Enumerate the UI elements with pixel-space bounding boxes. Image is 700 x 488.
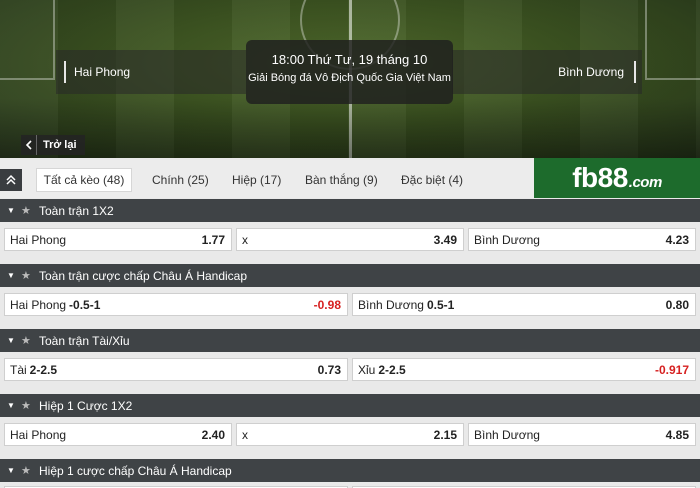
tab-half[interactable]: Hiệp (17) xyxy=(232,168,281,192)
odd-handicap: 0.5-1 xyxy=(426,297,455,312)
market-title: Toàn trận 1X2 xyxy=(39,203,114,218)
match-header: Hai Phong Bình Dương 18:00 Thứ Tư, 19 th… xyxy=(0,0,700,158)
odd-name: Bình Dương xyxy=(474,232,540,247)
star-icon[interactable]: ★ xyxy=(21,269,33,282)
back-button[interactable]: Trở lại xyxy=(21,135,85,155)
chevron-left-icon xyxy=(21,135,37,155)
away-team-accent xyxy=(634,61,636,83)
pitch-penalty-box-right xyxy=(645,0,700,80)
odd-button[interactable]: Bình Dương 0.5-1 0.80 xyxy=(352,293,696,316)
market-odds: Tài 2-2.5 0.73 Xỉu 2-2.5 -0.917 xyxy=(0,352,700,394)
market-odds: Hai Phong 2.40 x 2.15 Bình Dương 4.85 xyxy=(0,417,700,459)
caret-down-icon: ▼ xyxy=(7,271,15,280)
star-icon[interactable]: ★ xyxy=(21,399,33,412)
market-title: Toàn trận cược chấp Châu Á Handicap xyxy=(39,268,248,283)
market-odds: Hai Phong 1.77 x 3.49 Bình Dương 4.23 xyxy=(0,222,700,264)
fb88-logo[interactable]: fb88.com xyxy=(534,158,700,198)
tab-main[interactable]: Chính (25) xyxy=(152,168,209,192)
odd-name: Hai Phong xyxy=(10,232,67,247)
fb88-logo-text: fb88.com xyxy=(572,162,662,194)
match-info-box: 18:00 Thứ Tư, 19 tháng 10 Giải Bóng đá V… xyxy=(246,40,453,104)
away-team-name: Bình Dương xyxy=(558,65,624,79)
caret-down-icon: ▼ xyxy=(7,336,15,345)
odd-price: -0.917 xyxy=(654,362,689,377)
home-team-accent xyxy=(64,61,66,83)
caret-down-icon: ▼ xyxy=(7,206,15,215)
odd-label: Bình Dương 0.5-1 xyxy=(358,298,454,312)
league-name: Giải Bóng đá Vô Địch Quốc Gia Việt Nam xyxy=(248,72,451,84)
market-odds: Hai Phong -0.5-1 -0.98 Bình Dương 0.5-1 0.… xyxy=(0,287,700,329)
odd-button[interactable]: x 2.15 xyxy=(236,423,464,446)
odd-button[interactable]: Hai Phong -0.5-1 -0.98 xyxy=(4,293,348,316)
back-button-label: Trở lại xyxy=(43,139,77,151)
away-team-bar: Bình Dương xyxy=(452,50,642,94)
odd-handicap: -0.5-1 xyxy=(69,297,101,312)
market-title: Toàn trận Tài/Xỉu xyxy=(39,333,130,348)
odd-handicap: 2-2.5 xyxy=(378,362,406,377)
caret-down-icon: ▼ xyxy=(7,466,15,475)
home-team-name: Hai Phong xyxy=(74,65,131,79)
market-header[interactable]: ▼ ★ Hiệp 1 Cược 1X2 xyxy=(0,394,700,417)
market-odds xyxy=(0,482,700,488)
market-header[interactable]: ▼ ★ Toàn trận cược chấp Châu Á Handicap xyxy=(0,264,700,287)
market-header[interactable]: ▼ ★ Hiệp 1 cược chấp Châu Á Handicap xyxy=(0,459,700,482)
odd-price: 3.49 xyxy=(433,232,457,247)
star-icon[interactable]: ★ xyxy=(21,334,33,347)
tab-special[interactable]: Đặc biệt (4) xyxy=(401,168,463,192)
odd-price: 2.15 xyxy=(433,427,457,442)
odd-name: Bình Dương xyxy=(474,427,540,442)
odd-price: 2.40 xyxy=(201,427,225,442)
odd-name: x xyxy=(242,427,248,442)
pitch-shade xyxy=(0,98,700,158)
market-title: Hiệp 1 cược chấp Châu Á Handicap xyxy=(39,463,232,478)
odd-button[interactable]: x 3.49 xyxy=(236,228,464,251)
collapse-all-button[interactable] xyxy=(0,169,22,191)
odd-name: x xyxy=(242,232,248,247)
odd-price: 0.73 xyxy=(317,362,341,377)
odd-price: -0.98 xyxy=(313,297,341,312)
odd-name: Hai Phong xyxy=(10,427,67,442)
odd-button[interactable]: Hai Phong 2.40 xyxy=(4,423,232,446)
market-header[interactable]: ▼ ★ Toàn trận 1X2 xyxy=(0,199,700,222)
odd-label: Hai Phong -0.5-1 xyxy=(10,298,100,312)
tab-all[interactable]: Tất cả kèo (48) xyxy=(36,168,132,192)
star-icon[interactable]: ★ xyxy=(21,204,33,217)
odd-button[interactable]: Hai Phong 1.77 xyxy=(4,228,232,251)
odd-price: 4.23 xyxy=(665,232,689,247)
odd-price: 0.80 xyxy=(665,297,689,312)
odd-button[interactable]: Xỉu 2-2.5 -0.917 xyxy=(352,358,696,381)
star-icon[interactable]: ★ xyxy=(21,464,33,477)
match-time: 18:00 Thứ Tư, 19 tháng 10 xyxy=(271,52,428,67)
odd-button[interactable]: Tài 2-2.5 0.73 xyxy=(4,358,348,381)
tab-goals[interactable]: Bàn thắng (9) xyxy=(305,168,378,192)
home-team-bar: Hai Phong xyxy=(56,50,246,94)
fb88-logo-suffix: .com xyxy=(628,174,663,191)
odd-name: Bình Dương xyxy=(358,297,424,312)
odd-price: 1.77 xyxy=(201,232,225,247)
caret-down-icon: ▼ xyxy=(7,401,15,410)
double-chevron-up-icon xyxy=(6,174,16,185)
fb88-logo-main: fb88 xyxy=(572,162,628,193)
odd-label: Tài 2-2.5 xyxy=(10,363,57,377)
odd-label: Xỉu 2-2.5 xyxy=(358,363,406,377)
odd-price: 4.85 xyxy=(665,427,689,442)
odd-name: Xỉu xyxy=(358,362,376,377)
pitch-penalty-box-left xyxy=(0,0,55,80)
odd-button[interactable]: Bình Dương 4.85 xyxy=(468,423,696,446)
odd-handicap: 2-2.5 xyxy=(29,362,58,377)
market-title: Hiệp 1 Cược 1X2 xyxy=(39,398,133,413)
odd-name: Tài xyxy=(10,362,27,377)
market-header[interactable]: ▼ ★ Toàn trận Tài/Xỉu xyxy=(0,329,700,352)
odd-name: Hai Phong xyxy=(10,297,67,312)
odd-button[interactable]: Bình Dương 4.23 xyxy=(468,228,696,251)
